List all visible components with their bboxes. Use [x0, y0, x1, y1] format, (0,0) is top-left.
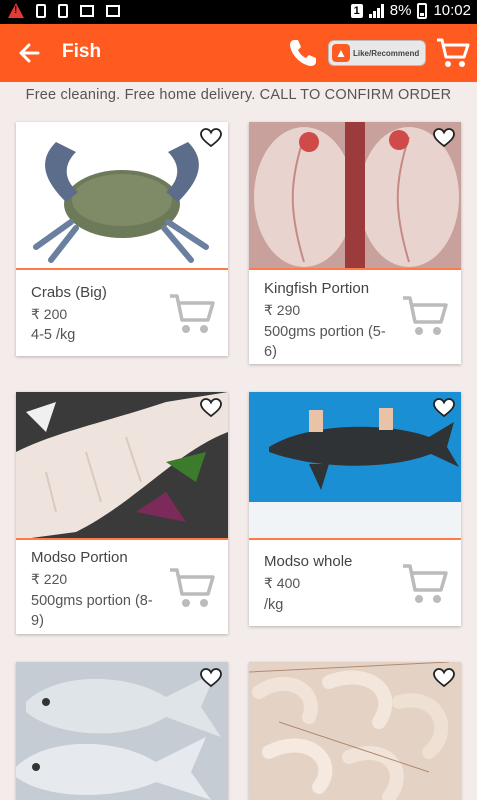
product-image [249, 392, 461, 540]
product-name: Modso Portion [31, 549, 128, 566]
product-quantity: 500gms portion (8-9) [31, 593, 153, 629]
thumbs-up-icon: ▲ [332, 44, 350, 62]
product-image [16, 392, 228, 540]
product-image [16, 122, 228, 270]
warning-icon [8, 3, 24, 18]
like-recommend-button[interactable]: ▲ Like/Recommend [328, 40, 426, 66]
product-card[interactable] [16, 662, 228, 800]
product-name: Crabs (Big) [31, 284, 107, 301]
product-price: ₹ 200 [31, 306, 68, 322]
back-arrow-icon[interactable] [14, 38, 44, 68]
heart-icon[interactable] [200, 668, 222, 688]
product-quantity: /kg [264, 597, 284, 613]
add-to-cart-icon[interactable] [168, 292, 216, 336]
sim-badge: 1 [350, 3, 363, 18]
product-quantity: 500gms portion (5-6) [264, 324, 386, 360]
promo-banner: Free cleaning. Free home delivery. CALL … [25, 87, 452, 103]
product-card[interactable]: Crabs (Big) ₹ 200 4-5 /kg [16, 122, 228, 356]
product-card[interactable]: Kingfish Portion ₹ 290 500gms portion (5… [249, 122, 461, 364]
battery-icon [417, 2, 428, 19]
page-title: Fish [62, 41, 102, 62]
product-name: Kingfish Portion [264, 280, 370, 297]
add-to-cart-icon[interactable] [401, 562, 449, 606]
heart-icon[interactable] [433, 398, 455, 418]
add-to-cart-icon[interactable] [401, 294, 449, 338]
status-bar: 1 8% 10:02 [0, 0, 477, 24]
cart-icon[interactable] [436, 37, 470, 69]
signal-icon [368, 3, 384, 18]
battery-percent: 8% [389, 2, 412, 19]
product-quantity: 4-5 /kg [31, 327, 76, 343]
phone-call-icon[interactable] [286, 36, 320, 70]
product-image [16, 662, 228, 800]
product-image [249, 122, 461, 270]
add-to-cart-icon[interactable] [168, 566, 216, 610]
product-price: ₹ 220 [31, 571, 68, 587]
heart-icon[interactable] [200, 128, 222, 148]
clock: 10:02 [433, 2, 471, 19]
product-price: ₹ 290 [264, 302, 301, 318]
app-bar: Fish ▲ Like/Recommend [0, 24, 477, 82]
product-image [249, 662, 461, 800]
product-price: ₹ 400 [264, 575, 301, 591]
product-card[interactable]: Modso whole ₹ 400 /kg [249, 392, 461, 626]
keyboard-icon [106, 4, 120, 17]
sim-toolkit-icon [58, 3, 68, 18]
screen-mirror-icon [80, 4, 94, 17]
heart-icon[interactable] [433, 668, 455, 688]
product-card[interactable]: Modso Portion ₹ 220 500gms portion (8-9) [16, 392, 228, 634]
heart-icon[interactable] [200, 398, 222, 418]
sd-card-icon [36, 3, 46, 18]
product-name: Modso whole [264, 553, 353, 570]
like-label: Like/Recommend [353, 48, 420, 58]
heart-icon[interactable] [433, 128, 455, 148]
product-card[interactable] [249, 662, 461, 800]
